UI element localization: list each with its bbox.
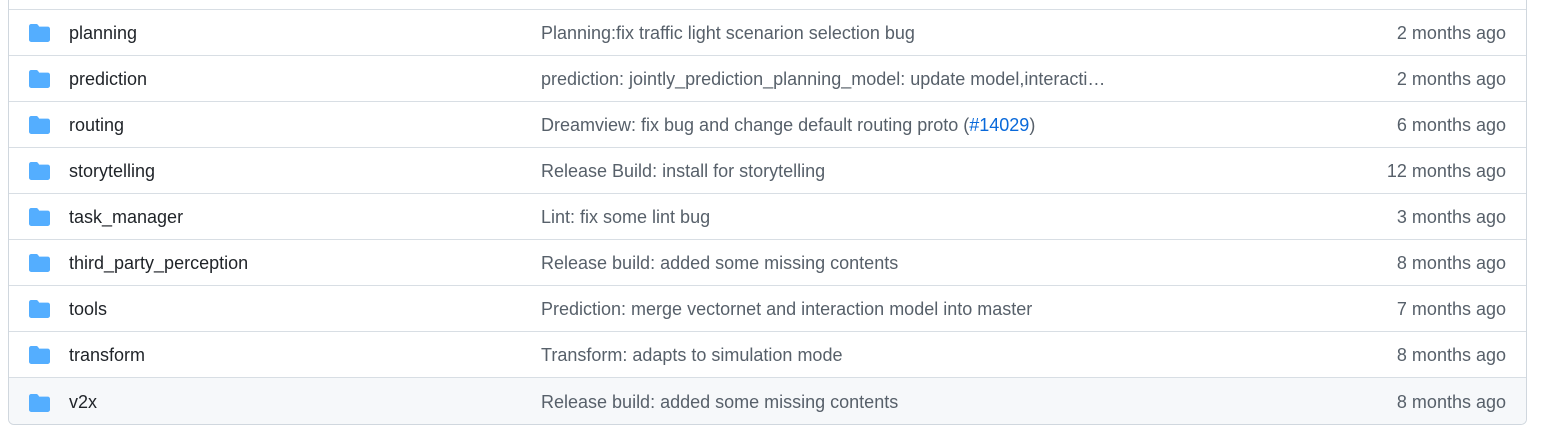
folder-icon — [29, 346, 50, 364]
commit-age: 8 months ago — [1396, 253, 1506, 273]
commit-message-text: prediction: jointly_prediction_planning_… — [541, 69, 1106, 89]
commit-age: 2 months ago — [1396, 69, 1506, 89]
file-name-link[interactable]: third_party_perception — [69, 240, 248, 286]
folder-icon — [29, 254, 50, 272]
commit-message-text: Release build: added some missing conten… — [541, 392, 899, 412]
commit-age: 2 months ago — [1396, 23, 1506, 43]
folder-icon — [29, 24, 50, 42]
commit-age: 7 months ago — [1396, 299, 1506, 319]
file-name-link[interactable]: transform — [69, 332, 145, 378]
commit-message-link[interactable]: Release build: added some missing conten… — [541, 240, 898, 286]
commit-message-text: Planning:fix traffic light scenarion sel… — [541, 23, 915, 43]
folder-icon — [29, 208, 50, 226]
file-name-link[interactable]: planning — [69, 10, 137, 56]
commit-message-link[interactable]: Dreamview: fix bug and change default ro… — [541, 102, 1035, 148]
file-row-task-manager[interactable]: task_manager Lint: fix some lint bug 3 m… — [9, 193, 1526, 239]
file-name-link[interactable]: v2x — [69, 378, 97, 424]
folder-icon — [29, 162, 50, 180]
file-name-link[interactable]: task_manager — [69, 194, 183, 240]
file-list: planning Planning:fix traffic light scen… — [8, 0, 1527, 425]
commit-message-link[interactable]: Release build: added some missing conten… — [541, 378, 899, 424]
file-row-storytelling[interactable]: storytelling Release Build: install for … — [9, 147, 1526, 193]
file-row-tools[interactable]: tools Prediction: merge vectornet and in… — [9, 285, 1526, 331]
folder-icon — [29, 116, 50, 134]
commit-message-link[interactable]: Transform: adapts to simulation mode — [541, 332, 842, 378]
folder-icon — [29, 394, 50, 412]
file-name-link[interactable]: prediction — [69, 56, 147, 102]
file-row-routing[interactable]: routing Dreamview: fix bug and change de… — [9, 101, 1526, 147]
commit-message-suffix: ) — [1029, 115, 1036, 135]
folder-icon — [29, 70, 50, 88]
file-name-link[interactable]: tools — [69, 286, 107, 332]
file-row-third-party-perception[interactable]: third_party_perception Release build: ad… — [9, 239, 1526, 285]
pull-request-link[interactable]: #14029 — [969, 115, 1029, 135]
file-row-v2x[interactable]: v2x Release build: added some missing co… — [9, 377, 1526, 424]
commit-message-text: Transform: adapts to simulation mode — [541, 345, 843, 365]
commit-age: 12 months ago — [1386, 161, 1506, 181]
commit-message-link[interactable]: Release Build: install for storytelling — [541, 148, 825, 194]
file-row-prediction[interactable]: prediction prediction: jointly_predictio… — [9, 55, 1526, 101]
commit-message-link[interactable]: Lint: fix some lint bug — [541, 194, 710, 240]
commit-message-link[interactable]: prediction: jointly_prediction_planning_… — [541, 56, 1105, 102]
commit-message-text: Release Build: install for storytelling — [541, 161, 826, 181]
commit-age: 8 months ago — [1396, 345, 1506, 365]
file-name-link[interactable]: storytelling — [69, 148, 155, 194]
commit-message-link[interactable]: Prediction: merge vectornet and interact… — [541, 286, 1032, 332]
commit-message-text: Release build: added some missing conten… — [541, 253, 899, 273]
commit-age: 6 months ago — [1396, 115, 1506, 135]
commit-age: 3 months ago — [1396, 207, 1506, 227]
commit-message-text: Prediction: merge vectornet and interact… — [541, 299, 1033, 319]
folder-icon — [29, 300, 50, 318]
file-name-link[interactable]: routing — [69, 102, 124, 148]
file-row-transform[interactable]: transform Transform: adapts to simulatio… — [9, 331, 1526, 377]
commit-age: 8 months ago — [1396, 392, 1506, 412]
commit-message-text: Lint: fix some lint bug — [541, 207, 711, 227]
file-row-planning[interactable]: planning Planning:fix traffic light scen… — [9, 9, 1526, 55]
commit-message-text: Dreamview: fix bug and change default ro… — [541, 115, 970, 135]
commit-message-link[interactable]: Planning:fix traffic light scenarion sel… — [541, 10, 915, 56]
